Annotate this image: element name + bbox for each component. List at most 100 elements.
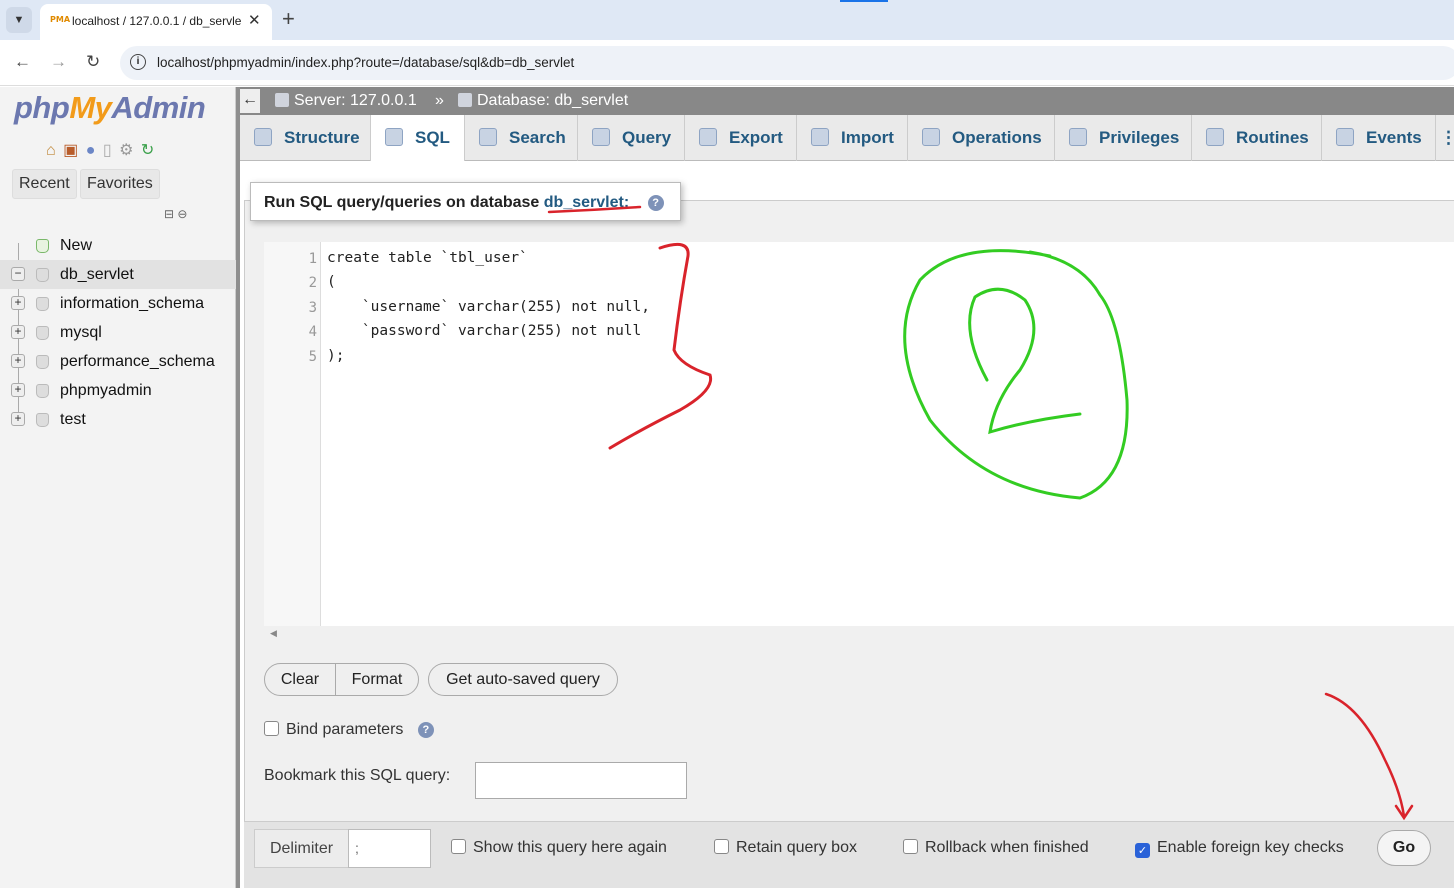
tab-label: SQL [415,128,450,147]
expand-icon[interactable]: + [11,354,25,368]
show-query-option[interactable]: Show this query here again [451,839,667,857]
clear-button[interactable]: Clear [264,663,336,696]
tab-label: Query [622,128,672,147]
recent-button[interactable]: Recent [12,169,77,199]
site-info-icon[interactable]: i [130,54,146,70]
tab-query[interactable]: Query [578,115,685,161]
heading-text: Run SQL query/queries on database [264,194,540,211]
quick-icons: ⌂ ▣ ● ▯ ⚙ ↻ [46,140,157,160]
export-icon [699,128,717,146]
retain-query-checkbox[interactable] [714,839,729,854]
sql-editor[interactable]: 1 2 3 4 5 create table `tbl_user` ( `use… [264,242,1454,626]
tree-item-mysql[interactable]: + mysql [0,318,236,347]
database-icon [36,384,49,398]
reload-nav-icon[interactable]: ↻ [141,142,154,159]
bind-parameters-option[interactable]: Bind parameters ? [264,721,434,739]
tab-structure[interactable]: Structure [240,115,371,161]
browser-tab[interactable]: PMA localhost / 127.0.0.1 / db_servle ✕ [40,4,272,40]
search-icon [479,128,497,146]
docs-icon[interactable]: ▯ [103,142,112,159]
tree-item-new[interactable]: New [0,231,236,260]
structure-icon [254,128,272,146]
breadcrumb: ← Server: 127.0.0.1 » Database: db_servl… [240,87,1454,115]
foreign-key-checks-checkbox[interactable]: ✓ [1135,843,1150,858]
collapse-all-icon[interactable]: ⊟ [164,207,174,221]
expand-icon[interactable]: + [11,325,25,339]
tree-item-label: New [60,237,93,254]
retain-query-option[interactable]: Retain query box [714,839,857,857]
rollback-checkbox[interactable] [903,839,918,854]
tree-item-phpmyadmin[interactable]: + phpmyadmin [0,376,236,405]
database-icon [36,268,49,282]
database-icon [36,297,49,311]
favorites-button[interactable]: Favorites [80,169,160,199]
main-tabs: Structure SQL Search Query Export Import… [240,115,1454,162]
tab-events[interactable]: Events [1322,115,1436,161]
tab-label: Operations [952,128,1042,147]
tree-controls: ⊟ ⊖ [164,207,187,221]
tree-item-performance-schema[interactable]: + performance_schema [0,347,236,376]
go-button[interactable]: Go [1377,830,1431,866]
settings-gear-icon[interactable]: ⚙ [119,142,133,159]
panel-resizer[interactable] [236,87,240,888]
tree-item-test[interactable]: + test [0,405,236,434]
clock-icon [1336,128,1354,146]
line-number: 5 [308,349,317,365]
collapse-panel-arrow-icon[interactable]: ← [240,89,260,113]
line-number: 1 [308,251,317,267]
url-field[interactable]: i localhost/phpmyadmin/index.php?route=/… [120,46,1454,80]
link-with-main-icon[interactable]: ⊖ [177,207,187,221]
rollback-option[interactable]: Rollback when finished [903,839,1089,857]
home-icon[interactable]: ⌂ [46,142,56,159]
tab-list-chevron-icon[interactable]: ▼ [6,7,32,33]
tab-more[interactable]: ⋮ [1436,115,1454,161]
tab-import[interactable]: Import [797,115,908,161]
tab-label: Structure [284,128,360,147]
tab-label: Search [509,128,566,147]
tree-item-db-servlet[interactable]: − db_servlet [0,260,236,289]
new-tab-plus-icon[interactable]: + [282,6,295,32]
tab-search[interactable]: Search [465,115,578,161]
show-query-checkbox[interactable] [451,839,466,854]
foreign-key-checks-label: Enable foreign key checks [1157,839,1344,856]
breadcrumb-database[interactable]: Database: db_servlet [458,92,628,110]
back-arrow-icon[interactable]: ← [14,52,31,72]
collapse-icon[interactable]: − [11,267,25,281]
tab-routines[interactable]: Routines [1192,115,1322,161]
tab-operations[interactable]: Operations [908,115,1055,161]
logout-icon[interactable]: ▣ [63,142,78,159]
show-query-label: Show this query here again [473,839,667,856]
sql-panel-heading: Run SQL query/queries on database db_ser… [250,182,681,221]
breadcrumb-server[interactable]: Server: 127.0.0.1 [275,92,417,110]
reload-icon[interactable]: ↻ [86,52,100,72]
tab-label: Privileges [1099,128,1180,147]
line-number: 3 [308,300,317,316]
expand-icon[interactable]: + [11,383,25,397]
bind-parameters-checkbox[interactable] [264,721,279,736]
code-line: ); [327,348,345,364]
bookmark-input[interactable] [475,762,687,799]
database-icon [36,413,49,427]
phpmyadmin-logo[interactable]: phpMyAdmin [14,90,206,126]
import-icon [811,128,829,146]
get-auto-saved-query-button[interactable]: Get auto-saved query [428,663,618,696]
tree-item-information-schema[interactable]: + information_schema [0,289,236,318]
tab-privileges[interactable]: Privileges [1055,115,1192,161]
format-button[interactable]: Format [335,663,419,696]
expand-icon[interactable]: + [11,412,25,426]
forward-arrow-icon[interactable]: → [50,52,67,72]
routines-icon [1206,128,1224,146]
tab-sql[interactable]: SQL [371,115,465,162]
heading-db-link[interactable]: db_servlet: [544,194,629,211]
tab-export[interactable]: Export [685,115,797,161]
help-icon[interactable]: ? [647,195,664,211]
privileges-icon [1069,128,1087,146]
scroll-left-icon[interactable]: ◀ [270,628,277,639]
delimiter-input[interactable]: ; [348,829,431,868]
help-icon[interactable]: ● [86,142,96,159]
close-tab-icon[interactable]: ✕ [248,11,261,29]
foreign-key-checks-option[interactable]: ✓ Enable foreign key checks [1135,839,1344,858]
tree-item-label: mysql [60,324,102,341]
expand-icon[interactable]: + [11,296,25,310]
help-icon[interactable]: ? [417,722,434,738]
